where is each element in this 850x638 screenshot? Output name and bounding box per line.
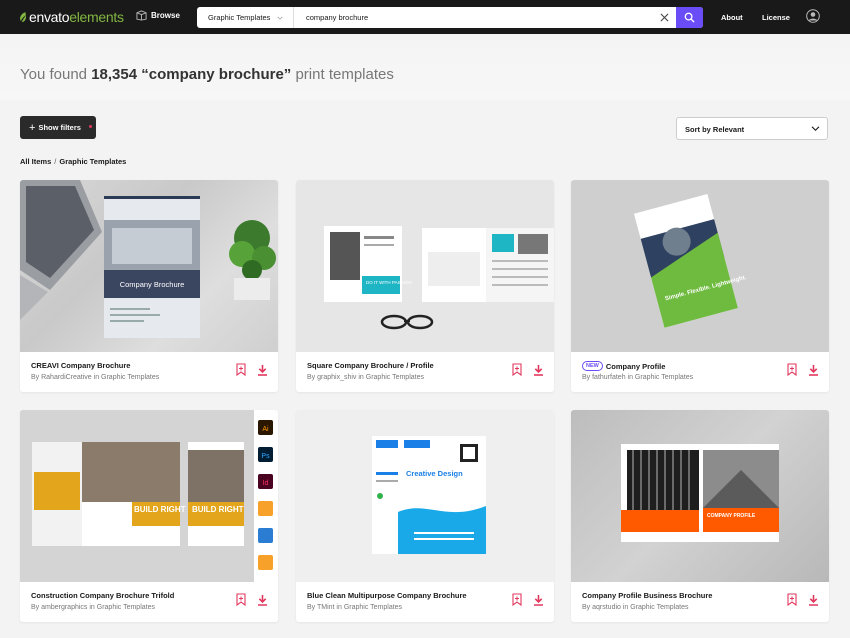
item-thumbnail[interactable]: Creative Design (296, 410, 554, 582)
nav-license[interactable]: License (762, 13, 790, 22)
thumb-caption: COMPANY PROFILE (707, 513, 756, 519)
bookmark-icon[interactable] (236, 593, 246, 606)
item-thumbnail[interactable]: COMPANY PROFILE (571, 410, 829, 582)
search-button[interactable] (676, 7, 703, 28)
browse-button[interactable]: Browse (136, 10, 180, 21)
item-thumbnail[interactable]: Simple. Flexible. Lightweight. (571, 180, 829, 352)
results-suffix: print templates (295, 66, 394, 83)
download-icon[interactable] (808, 594, 819, 606)
browse-label: Browse (151, 11, 180, 20)
envato-elements-logo[interactable]: envatoelements (19, 9, 124, 25)
logo-suffix: elements (69, 9, 124, 25)
search-bar: Graphic Templates company brochure (197, 7, 703, 28)
filter-indicator-dot (89, 125, 92, 128)
chevron-down-icon (277, 16, 283, 20)
breadcrumb-graphic-templates[interactable]: Graphic Templates (59, 157, 126, 166)
results-prefix: You found (20, 66, 88, 83)
logo-prefix: envato (29, 9, 70, 25)
thumb-caption: Company Brochure (120, 280, 185, 289)
bookmark-icon[interactable] (787, 363, 797, 376)
thumb-caption: BUILD RIGHT (192, 505, 244, 514)
brochure-preview-image: Creative Design (372, 436, 486, 554)
sort-select[interactable]: Sort by Relevant (676, 117, 828, 140)
vector-file-icon (258, 555, 273, 570)
illustrator-icon: Ai (262, 426, 269, 433)
leaf-icon (20, 11, 27, 22)
item-title[interactable]: Square Company Brochure / Profile (307, 361, 434, 370)
item-title[interactable]: CREAVI Company Brochure (31, 361, 130, 370)
item-thumbnail[interactable]: Company Brochure (20, 180, 278, 352)
download-icon[interactable] (533, 594, 544, 606)
item-byline[interactable]: By RahardiCreative in Graphic Templates (31, 374, 159, 381)
new-badge: NEW (582, 361, 603, 371)
clear-search-icon[interactable] (660, 13, 669, 22)
indesign-icon: Id (263, 480, 269, 487)
thumb-caption: BUILD RIGHT (134, 505, 186, 514)
search-input[interactable]: company brochure (306, 13, 368, 22)
brochure-preview-image: BUILD RIGHT BUILD RIGHT Ai Ps Id (20, 410, 278, 582)
sort-label: Sort by Relevant (685, 125, 745, 134)
item-card[interactable]: COMPANY PROFILE Company Profile Business… (571, 410, 829, 622)
item-title[interactable]: NEW Company Profile (582, 361, 665, 371)
search-icon (684, 12, 695, 23)
thumb-caption: Creative Design (406, 469, 463, 478)
search-category-label: Graphic Templates (208, 13, 271, 22)
download-icon[interactable] (257, 364, 268, 376)
item-card[interactable]: DO IT WITH PASSION Square Company Brochu… (296, 180, 554, 392)
item-thumbnail[interactable]: BUILD RIGHT BUILD RIGHT Ai Ps Id (20, 410, 278, 582)
chevron-down-icon (811, 126, 820, 132)
download-icon[interactable] (257, 594, 268, 606)
results-count: 18,354 (91, 66, 138, 83)
show-filters-label: Show filters (38, 123, 81, 132)
eps-file-icon (258, 501, 273, 516)
top-bar: envatoelements Browse Graphic Templates … (0, 0, 850, 34)
item-card[interactable]: Simple. Flexible. Lightweight. NEW Compa… (571, 180, 829, 392)
item-title[interactable]: Blue Clean Multipurpose Company Brochure (307, 591, 467, 600)
item-card[interactable]: BUILD RIGHT BUILD RIGHT Ai Ps Id Constru… (20, 410, 278, 622)
item-byline[interactable]: By ambergraphics in Graphic Templates (31, 604, 155, 611)
item-byline[interactable]: By graphix_shiv in Graphic Templates (307, 374, 424, 381)
bookmark-icon[interactable] (236, 363, 246, 376)
bookmark-icon[interactable] (787, 593, 797, 606)
item-title[interactable]: Construction Company Brochure Trifold (31, 591, 174, 600)
nav-about[interactable]: About (721, 13, 743, 22)
bookmark-icon[interactable] (512, 363, 522, 376)
brochure-preview-image: Company Brochure (20, 180, 276, 338)
item-thumbnail[interactable]: DO IT WITH PASSION (296, 180, 554, 352)
search-category-select[interactable]: Graphic Templates (197, 7, 294, 28)
word-file-icon (258, 528, 273, 543)
logo-text: envatoelements (29, 9, 124, 25)
item-byline[interactable]: By fathurfateh in Graphic Templates (582, 374, 693, 381)
photoshop-icon: Ps (261, 453, 270, 460)
show-filters-button[interactable]: + Show filters (20, 116, 96, 139)
brochure-preview-image: COMPANY PROFILE (621, 444, 779, 542)
item-title[interactable]: Company Profile Business Brochure (582, 591, 712, 600)
item-byline[interactable]: By aqrstudio in Graphic Templates (582, 604, 688, 611)
download-icon[interactable] (808, 364, 819, 376)
download-icon[interactable] (533, 364, 544, 376)
breadcrumb: All Items / Graphic Templates (20, 157, 126, 166)
item-card[interactable]: Creative Design Blue Clean Multipurpose … (296, 410, 554, 622)
brochure-preview-image: Simple. Flexible. Lightweight. (633, 194, 747, 328)
breadcrumb-separator: / (54, 157, 57, 166)
bookmark-icon[interactable] (512, 593, 522, 606)
user-account-icon[interactable] (806, 9, 820, 23)
thumb-caption: DO IT WITH PASSION (366, 280, 412, 285)
browse-icon (136, 10, 147, 21)
item-title-text: Company Profile (605, 361, 666, 371)
item-card[interactable]: Company Brochure CREAVI Company Brochure… (20, 180, 278, 392)
plus-icon: + (29, 121, 36, 134)
results-query: “company brochure” (141, 66, 292, 83)
results-heading: You found 18,354 “company brochure” prin… (20, 66, 394, 83)
brochure-preview-image: DO IT WITH PASSION (324, 226, 554, 330)
breadcrumb-all-items[interactable]: All Items (20, 157, 51, 166)
item-byline[interactable]: By TMint in Graphic Templates (307, 604, 402, 611)
